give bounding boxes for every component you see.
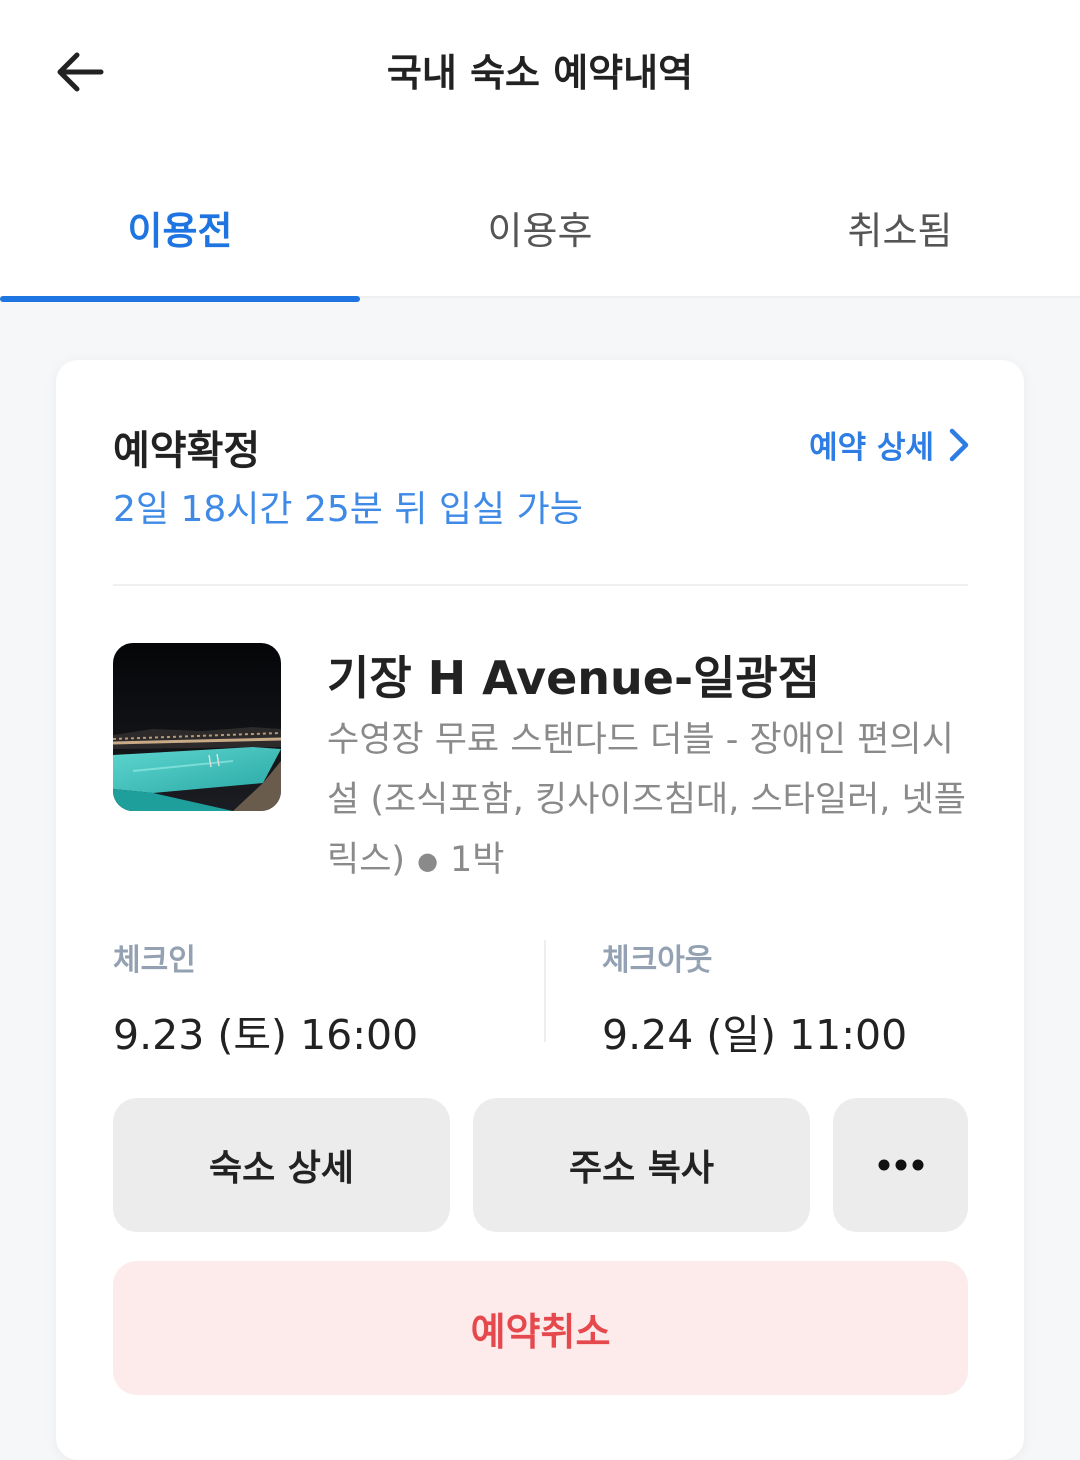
checkin-label: 체크인 bbox=[113, 943, 196, 978]
copy-address-button[interactable]: 주소 복사 bbox=[473, 1098, 810, 1232]
bullet-separator: ● bbox=[417, 847, 439, 875]
room-description: 수영장 무료 스탠다드 더블 - 장애인 편의시설 (조식포함, 킹사이즈침대,… bbox=[327, 710, 967, 891]
booking-status: 예약확정 bbox=[113, 428, 261, 474]
nights: 1박 bbox=[450, 840, 505, 880]
chevron-right-icon bbox=[949, 428, 969, 461]
checkout-block: 체크아웃 9.24 (일) 11:00 bbox=[602, 935, 907, 1061]
checkout-label: 체크아웃 bbox=[602, 943, 713, 978]
hotel-name[interactable]: 기장 H Avenue-일광점 bbox=[327, 642, 820, 708]
tab-before-use[interactable]: 이용전 bbox=[0, 200, 360, 255]
active-tab-indicator bbox=[0, 296, 360, 302]
booking-detail-link[interactable]: 예약 상세 bbox=[809, 422, 970, 467]
checkin-divider bbox=[544, 940, 546, 1042]
hotel-thumbnail[interactable] bbox=[113, 643, 281, 811]
cancel-booking-button[interactable]: 예약취소 bbox=[113, 1261, 968, 1395]
tab-cancelled[interactable]: 취소됨 bbox=[720, 200, 1080, 255]
booking-detail-label: 예약 상세 bbox=[809, 430, 934, 466]
checkin-countdown: 2일 18시간 25분 뒤 입실 가능 bbox=[113, 489, 583, 530]
page-title: 국내 숙소 예약내역 bbox=[386, 51, 694, 95]
hotel-pool-image bbox=[113, 643, 281, 811]
booking-card: 예약확정 예약 상세 2일 18시간 25분 뒤 입실 가능 기장 H Aven… bbox=[56, 360, 1024, 1460]
tab-after-use[interactable]: 이용후 bbox=[360, 200, 720, 255]
more-options-button[interactable] bbox=[833, 1098, 968, 1232]
top-bar: 국내 숙소 예약내역 bbox=[0, 0, 1080, 150]
checkout-value: 9.24 (일) 11:00 bbox=[602, 1011, 908, 1059]
checkin-block: 체크인 9.23 (토) 16:00 bbox=[113, 935, 418, 1061]
hotel-detail-button[interactable]: 숙소 상세 bbox=[113, 1098, 450, 1232]
tab-bar: 이용전 이용후 취소됨 bbox=[0, 150, 1080, 302]
checkin-value: 9.23 (토) 16:00 bbox=[113, 1011, 419, 1059]
more-horizontal-icon bbox=[878, 1159, 923, 1171]
divider bbox=[113, 584, 968, 586]
